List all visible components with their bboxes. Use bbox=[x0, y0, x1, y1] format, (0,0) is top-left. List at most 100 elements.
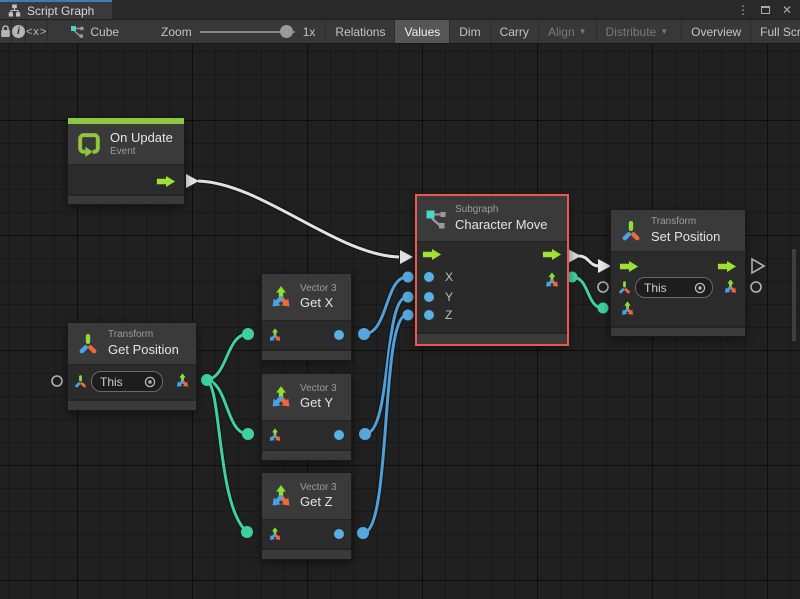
node-subtitle: Transform bbox=[651, 216, 720, 229]
node-footer bbox=[262, 349, 351, 360]
close-icon[interactable]: ✕ bbox=[782, 4, 792, 16]
value-input-port-z[interactable] bbox=[424, 310, 434, 320]
canvas-scrollbar[interactable] bbox=[792, 249, 796, 341]
value-input-port-y[interactable] bbox=[424, 292, 434, 302]
relations-button[interactable]: Relations bbox=[325, 20, 394, 43]
align-dropdown[interactable]: Align ▼ bbox=[538, 20, 596, 43]
node-header: Transform Get Position bbox=[68, 323, 196, 365]
wire-onupdate-to-charactermove[interactable] bbox=[186, 174, 413, 264]
subgraph-icon bbox=[425, 208, 447, 230]
zoom-control: Zoom 1x bbox=[133, 20, 325, 43]
wire-gety-to-charactermove-y[interactable] bbox=[359, 292, 414, 441]
node-get-position[interactable]: Transform Get Position This bbox=[67, 322, 197, 411]
setposition-value-out-connector[interactable] bbox=[751, 282, 761, 292]
vector3-output-port[interactable] bbox=[174, 372, 191, 389]
node-get-x[interactable]: Vector 3 Get X bbox=[261, 273, 352, 361]
vector3-input-port[interactable] bbox=[267, 327, 283, 343]
code-icon: <x> bbox=[26, 26, 47, 38]
vector3-input-port[interactable] bbox=[267, 526, 283, 542]
transform-icon bbox=[619, 219, 643, 243]
distribute-dropdown[interactable]: Distribute ▼ bbox=[596, 20, 678, 43]
wire-getposition-to-getx[interactable] bbox=[207, 328, 254, 380]
value-input-port-x[interactable] bbox=[424, 272, 434, 282]
vector3-output-port[interactable] bbox=[543, 271, 561, 289]
transform-port-icon[interactable] bbox=[73, 374, 88, 389]
graph-context[interactable]: Cube bbox=[48, 20, 133, 43]
node-get-z[interactable]: Vector 3 Get Z bbox=[261, 472, 352, 560]
vector3-icon bbox=[268, 384, 294, 410]
node-title: Set Position bbox=[651, 229, 720, 245]
graph-toolbar: i <x> Cube Zoom 1x Relations Values Dim … bbox=[0, 19, 800, 44]
target-picker-icon[interactable] bbox=[694, 282, 706, 294]
exec-output-port[interactable] bbox=[717, 260, 737, 273]
chevron-down-icon: ▼ bbox=[579, 28, 587, 36]
fullscreen-button[interactable]: Full Screen bbox=[750, 20, 800, 43]
vector3-icon bbox=[268, 284, 294, 310]
zoom-label: Zoom bbox=[161, 25, 192, 39]
node-footer bbox=[68, 399, 196, 410]
node-subtitle: Vector 3 bbox=[300, 482, 337, 495]
node-header: On Update Event bbox=[68, 124, 184, 165]
carry-button[interactable]: Carry bbox=[490, 20, 538, 43]
node-header: Subgraph Character Move bbox=[417, 196, 567, 242]
this-object-field[interactable]: This bbox=[635, 277, 713, 298]
node-subtitle: Subgraph bbox=[455, 204, 547, 217]
node-set-position[interactable]: Transform Set Position This bbox=[610, 209, 746, 337]
value-output-port[interactable] bbox=[334, 529, 344, 539]
node-subtitle: Vector 3 bbox=[300, 283, 337, 296]
vector3-input-port[interactable] bbox=[267, 427, 283, 443]
wire-getposition-to-getz[interactable] bbox=[201, 374, 253, 538]
setposition-this-connector[interactable] bbox=[598, 282, 608, 292]
exec-input-port[interactable] bbox=[619, 260, 639, 273]
this-object-field[interactable]: This bbox=[91, 371, 163, 392]
tab-script-graph[interactable]: Script Graph bbox=[0, 0, 112, 19]
getposition-this-connector[interactable] bbox=[52, 376, 62, 386]
overview-button[interactable]: Overview bbox=[681, 20, 750, 43]
values-button[interactable]: Values bbox=[394, 20, 449, 43]
wire-charactermove-vector-to-setposition[interactable] bbox=[567, 272, 609, 314]
node-title: Get X bbox=[300, 295, 337, 311]
node-footer bbox=[68, 194, 184, 204]
node-on-update[interactable]: On Update Event bbox=[67, 117, 185, 205]
node-title: Get Position bbox=[108, 342, 179, 358]
graph-canvas[interactable]: On Update Event Transfo bbox=[0, 44, 800, 599]
graph-context-label: Cube bbox=[90, 25, 119, 39]
lock-icon bbox=[0, 25, 11, 38]
setposition-exec-out-connector[interactable] bbox=[752, 259, 764, 273]
transform-port-icon[interactable] bbox=[617, 280, 632, 295]
value-output-port[interactable] bbox=[334, 430, 344, 440]
zoom-value: 1x bbox=[303, 25, 316, 39]
menu-icon[interactable]: ⋮ bbox=[737, 4, 749, 16]
node-header: Vector 3 Get Z bbox=[262, 473, 351, 520]
node-footer bbox=[611, 326, 745, 336]
zoom-slider[interactable] bbox=[200, 31, 295, 33]
wire-getposition-to-gety[interactable] bbox=[207, 380, 254, 440]
port-label-x: X bbox=[445, 270, 453, 284]
node-get-y[interactable]: Vector 3 Get Y bbox=[261, 373, 352, 461]
code-preview-button[interactable]: <x> bbox=[26, 20, 48, 43]
node-title: Character Move bbox=[455, 217, 547, 233]
info-button[interactable]: i bbox=[12, 20, 26, 43]
value-output-port[interactable] bbox=[334, 330, 344, 340]
node-character-move[interactable]: Subgraph Character Move X Y Z bbox=[415, 194, 569, 346]
loop-event-icon bbox=[76, 131, 102, 158]
maximize-icon[interactable] bbox=[761, 6, 770, 14]
node-title: Get Z bbox=[300, 494, 337, 510]
window-controls: ⋮ ✕ bbox=[737, 0, 800, 19]
zoom-slider-handle[interactable] bbox=[280, 25, 293, 38]
exec-output-port[interactable] bbox=[156, 175, 176, 188]
vector3-input-port[interactable] bbox=[619, 300, 636, 317]
lock-button[interactable] bbox=[0, 20, 12, 43]
exec-output-port[interactable] bbox=[542, 248, 562, 261]
vector3-icon bbox=[268, 483, 294, 509]
wire-charactermove-to-setposition[interactable] bbox=[568, 249, 611, 273]
tab-bar: Script Graph ⋮ ✕ bbox=[0, 0, 800, 19]
exec-input-port[interactable] bbox=[422, 248, 442, 261]
node-header: Vector 3 Get Y bbox=[262, 374, 351, 421]
vector3-output-port[interactable] bbox=[722, 278, 739, 295]
target-picker-icon[interactable] bbox=[144, 376, 156, 388]
port-label-z: Z bbox=[445, 308, 452, 322]
wire-getz-to-charactermove-z[interactable] bbox=[357, 310, 414, 540]
wire-getx-to-charactermove-x[interactable] bbox=[358, 272, 414, 341]
dim-button[interactable]: Dim bbox=[449, 20, 489, 43]
